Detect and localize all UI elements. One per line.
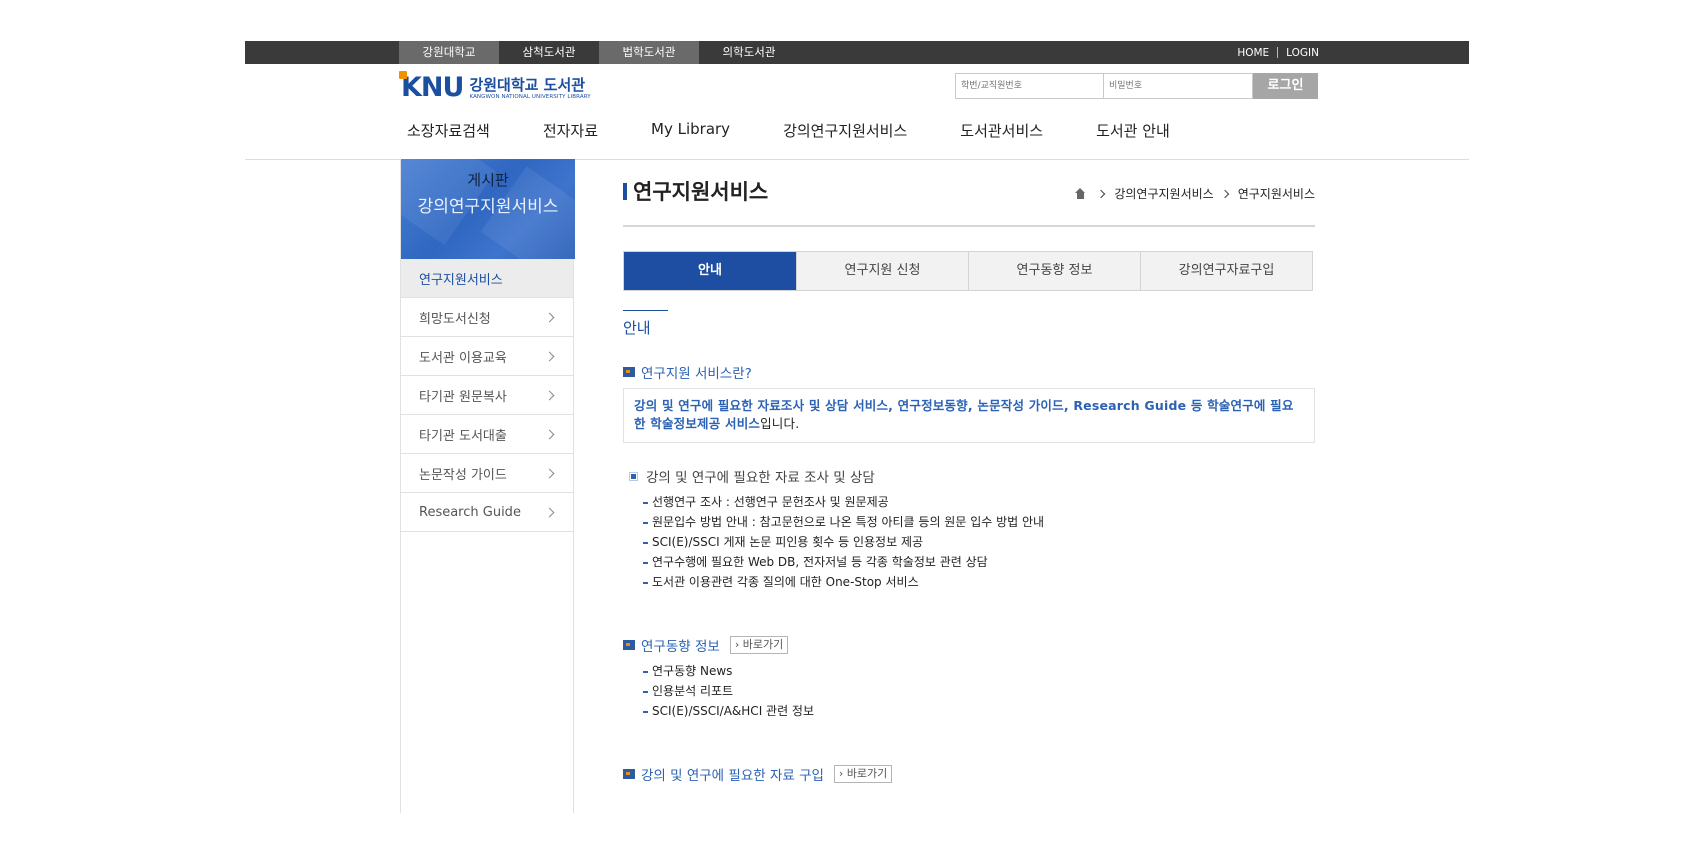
main-nav: 소장자료검색 전자자료 My Library 강의연구지원서비스 도서관서비스 … bbox=[407, 120, 1223, 144]
chevron-right-icon bbox=[1220, 189, 1229, 198]
tab-research-request[interactable]: 연구지원 신청 bbox=[796, 252, 968, 290]
list-item: 연구동향 News bbox=[643, 661, 814, 681]
knu-logo-mark: KNU bbox=[399, 71, 464, 103]
home-icon[interactable] bbox=[1074, 187, 1086, 200]
list-item: 연구수행에 필요한 Web DB, 전자저널 등 각종 학술정보 관련 상담 bbox=[643, 552, 1044, 572]
list-item: 원문입수 방법 안내 : 참고문헌으로 나온 특정 아티클 등의 원문 입수 방… bbox=[643, 512, 1044, 532]
sidebar-item-interlibrary-loan[interactable]: 타기관 도서대출 bbox=[401, 415, 573, 454]
sidebar-item-label: 연구지원서비스 bbox=[419, 272, 503, 288]
heading-bullet-icon bbox=[623, 769, 635, 779]
logo-name-en: KANGWON NATIONAL UNIVERSITY LIBRARY bbox=[469, 93, 591, 100]
nav-library-services[interactable]: 도서관서비스 bbox=[960, 120, 1043, 144]
go-button[interactable]: › 바로가기 bbox=[729, 636, 789, 654]
sidebar-item-research-support[interactable]: 연구지원서비스 bbox=[401, 259, 573, 298]
logo-dot bbox=[399, 71, 407, 79]
list-item: 선행연구 조사 : 선행연구 문헌조사 및 원문제공 bbox=[643, 492, 1044, 512]
title-divider bbox=[623, 225, 1315, 227]
list-item: 인용분석 리포트 bbox=[643, 681, 814, 701]
heading-text: 연구동향 정보 bbox=[641, 639, 720, 655]
sidebar-item-label: 논문작성 가이드 bbox=[419, 467, 507, 483]
login-button[interactable]: 로그인 bbox=[1253, 73, 1318, 99]
logo-text: 강원대학교 도서관 KANGWON NATIONAL UNIVERSITY LI… bbox=[469, 76, 590, 101]
intro-suffix: 입니다. bbox=[760, 416, 800, 431]
sidebar: 게시판 강의연구지원서비스 연구지원서비스 희망도서신청 도서관 이용교육 타기… bbox=[400, 159, 575, 813]
subheading-text: 강의 및 연구에 필요한 자료 조사 및 상담 bbox=[646, 470, 875, 486]
heading-text: 연구지원 서비스란? bbox=[641, 366, 752, 382]
intro-highlight: 강의 및 연구에 필요한 자료조사 및 상담 서비스, 연구정보동향, 논문작성… bbox=[634, 398, 1294, 431]
chevron-right-icon bbox=[544, 351, 555, 361]
password-input[interactable] bbox=[1104, 73, 1253, 99]
sidebar-item-label: Research Guide bbox=[419, 504, 521, 520]
list-item: SCI(E)/SSCI/A&HCI 관련 정보 bbox=[643, 701, 814, 721]
heading-material-purchase: 강의 및 연구에 필요한 자료 구입 › 바로가기 bbox=[623, 764, 893, 784]
breadcrumb-item[interactable]: 강의연구지원서비스 bbox=[1114, 185, 1213, 202]
heading-bullet-icon bbox=[623, 640, 635, 650]
home-link[interactable]: HOME bbox=[1237, 47, 1269, 59]
chevron-right-icon bbox=[544, 312, 555, 322]
breadcrumb: 강의연구지원서비스 연구지원서비스 bbox=[1074, 185, 1315, 202]
intro-box: 강의 및 연구에 필요한 자료조사 및 상담 서비스, 연구정보동향, 논문작성… bbox=[623, 388, 1315, 443]
sidebar-sup-title: 게시판 bbox=[467, 171, 509, 189]
sidebar-item-document-delivery[interactable]: 타기관 원문복사 bbox=[401, 376, 573, 415]
tab-material-purchase[interactable]: 강의연구자료구입 bbox=[1140, 252, 1312, 290]
site-tab-kangwon[interactable]: 강원대학교 bbox=[399, 41, 499, 64]
nav-library-info[interactable]: 도서관 안내 bbox=[1096, 120, 1170, 144]
heading-research-support: 연구지원 서비스란? bbox=[623, 362, 752, 382]
sidebar-item-research-guide[interactable]: Research Guide bbox=[401, 493, 573, 532]
list-item: 도서관 이용관련 각종 질의에 대한 One-Stop 서비스 bbox=[643, 572, 1044, 592]
site-tabs: 강원대학교 삼척도서관 법학도서관 의학도서관 bbox=[399, 41, 799, 64]
sidebar-item-label: 도서관 이용교육 bbox=[419, 350, 507, 366]
trends-list: 연구동향 News 인용분석 리포트 SCI(E)/SSCI/A&HCI 관련 … bbox=[643, 661, 814, 721]
site-tab-law[interactable]: 법학도서관 bbox=[599, 41, 699, 64]
sidebar-item-thesis-guide[interactable]: 논문작성 가이드 bbox=[401, 454, 573, 493]
logo-name-ko: 강원대학교 도서관 bbox=[469, 75, 586, 94]
util-links: HOME LOGIN bbox=[1237, 41, 1319, 64]
nav-collection-search[interactable]: 소장자료검색 bbox=[407, 120, 490, 144]
section-title: 안내 bbox=[623, 310, 668, 338]
sidebar-item-label: 타기관 원문복사 bbox=[419, 389, 507, 405]
util-divider bbox=[1277, 47, 1279, 58]
logo-mark-text: KNU bbox=[401, 72, 464, 103]
login-link[interactable]: LOGIN bbox=[1286, 47, 1319, 59]
site-tab-medical[interactable]: 의학도서관 bbox=[699, 41, 799, 64]
sidebar-item-label: 희망도서신청 bbox=[419, 311, 491, 327]
chevron-right-icon bbox=[1097, 189, 1106, 198]
heading-research-trends: 연구동향 정보 › 바로가기 bbox=[623, 635, 789, 655]
sidebar-title: 강의연구지원서비스 bbox=[417, 197, 559, 217]
library-logo[interactable]: KNU 강원대학교 도서관 KANGWON NATIONAL UNIVERSIT… bbox=[399, 71, 591, 105]
square-bullet-icon bbox=[629, 471, 638, 481]
nav-my-library[interactable]: My Library bbox=[651, 120, 730, 144]
page-title: 연구지원서비스 bbox=[623, 179, 768, 205]
tab-guide[interactable]: 안내 bbox=[624, 252, 796, 290]
heading-bullet-icon bbox=[623, 367, 635, 377]
consulting-list: 선행연구 조사 : 선행연구 문헌조사 및 원문제공 원문입수 방법 안내 : … bbox=[643, 492, 1044, 592]
chevron-right-icon bbox=[544, 507, 555, 517]
chevron-right-icon bbox=[544, 468, 555, 478]
tab-research-trends[interactable]: 연구동향 정보 bbox=[968, 252, 1140, 290]
nav-e-resources[interactable]: 전자자료 bbox=[543, 120, 598, 144]
breadcrumb-current[interactable]: 연구지원서비스 bbox=[1238, 185, 1315, 202]
chevron-right-icon bbox=[544, 429, 555, 439]
subheading-consulting: 강의 및 연구에 필요한 자료 조사 및 상담 bbox=[629, 466, 875, 486]
chevron-right-icon bbox=[544, 390, 555, 400]
heading-text: 강의 및 연구에 필요한 자료 구입 bbox=[641, 768, 824, 784]
user-id-input[interactable] bbox=[955, 73, 1104, 99]
login-form: 로그인 bbox=[955, 73, 1318, 99]
sidebar-header: 게시판 강의연구지원서비스 bbox=[401, 159, 575, 259]
sidebar-item-label: 타기관 도서대출 bbox=[419, 428, 507, 444]
top-bar: 강원대학교 삼척도서관 법학도서관 의학도서관 HOME LOGIN bbox=[245, 41, 1469, 64]
site-tab-samcheok[interactable]: 삼척도서관 bbox=[499, 41, 599, 64]
list-item: SCI(E)/SSCI 게재 논문 피인용 횟수 등 인용정보 제공 bbox=[643, 532, 1044, 552]
content-tabs: 안내 연구지원 신청 연구동향 정보 강의연구자료구입 bbox=[623, 251, 1313, 291]
sidebar-item-book-request[interactable]: 희망도서신청 bbox=[401, 298, 573, 337]
nav-research-support[interactable]: 강의연구지원서비스 bbox=[783, 120, 907, 144]
go-button[interactable]: › 바로가기 bbox=[833, 765, 893, 783]
sidebar-item-library-education[interactable]: 도서관 이용교육 bbox=[401, 337, 573, 376]
